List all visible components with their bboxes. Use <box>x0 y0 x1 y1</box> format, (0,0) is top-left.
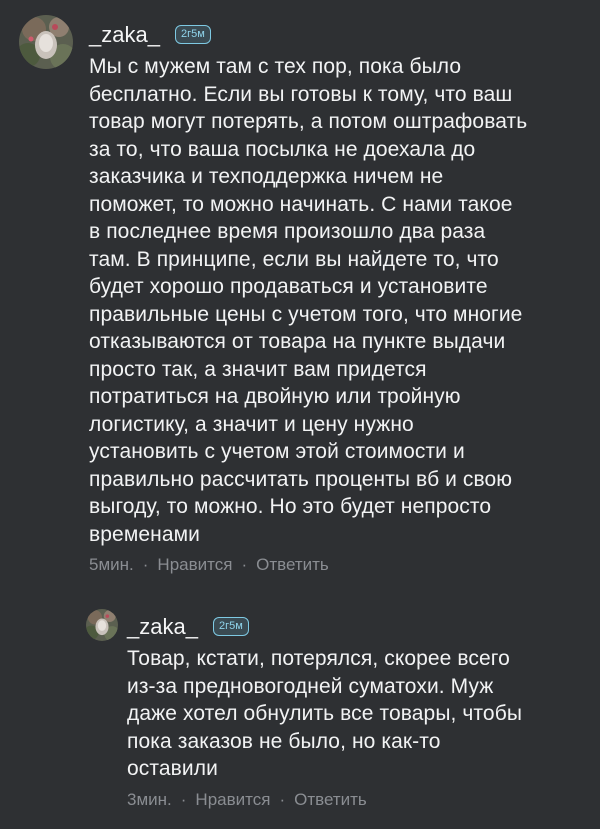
text-line: заказчика и техподдержка ничем не <box>89 165 444 188</box>
avatar-photo-icon <box>19 15 73 69</box>
text-line: правильно рассчитать проценты вб и свою <box>89 467 513 491</box>
reply-button[interactable]: Ответить <box>256 555 329 575</box>
text-line: выгоду, то можно. Но это будет непросто <box>89 495 492 518</box>
text-line: бесплатно. Если вы готовы к тому, что ва… <box>89 82 513 106</box>
avatar[interactable] <box>19 15 73 69</box>
comment-actions: 5мин. · Нравится · Ответить <box>89 555 329 575</box>
separator-dot: · <box>279 790 286 809</box>
text-line: логистику, а значит и цену нужно <box>89 412 414 436</box>
timestamp: 3мин. <box>127 790 172 809</box>
reply-button[interactable]: Ответить <box>294 790 367 810</box>
text-line: правильные цены с учетом того, что многи… <box>89 302 523 326</box>
separator-dot: · <box>142 555 149 574</box>
text-line: просто так, а значит вам придется <box>89 357 427 381</box>
text-line: установить с учетом этой стоимости и <box>89 440 465 463</box>
text-line: товар могут потерять, а потом оштрафоват… <box>89 110 528 133</box>
text-line: Мы с мужем там с тех пор, пока было <box>89 55 462 78</box>
text-line: пока заказов не было, но как-то <box>127 729 441 753</box>
like-button[interactable]: Нравится <box>157 555 232 575</box>
account-age-badge: 2г5м <box>175 25 211 44</box>
text-line: временами <box>89 522 200 546</box>
text-line: за то, что ваша посылка не доехала до <box>89 137 476 161</box>
separator-dot: · <box>241 555 248 574</box>
avatar[interactable] <box>86 609 118 641</box>
avatar-photo-icon <box>86 609 118 641</box>
text-line: из-за предновогодней суматохи. Муж <box>127 674 494 698</box>
text-line: отказываются от товара на пункте выдачи <box>89 330 506 353</box>
comment-text: Мы с мужем там с тех пор, пока было бесп… <box>89 53 594 548</box>
timestamp: 5мин. <box>89 555 134 574</box>
text-line: в последнее время произошло два раза <box>89 220 486 243</box>
text-line: даже хотел обнулить все товары, чтобы <box>127 702 523 725</box>
like-button[interactable]: Нравится <box>195 790 270 810</box>
text-line: там. В принципе, если вы найдете то, что <box>89 247 499 271</box>
username[interactable]: _zaka_ <box>127 614 198 640</box>
separator-dot: · <box>180 790 187 809</box>
account-age-badge: 2г5м <box>213 617 249 636</box>
username[interactable]: _zaka_ <box>89 22 160 48</box>
reply-comment: _zaka_ 2г5м Товар, кстати, потерялся, ск… <box>0 600 600 829</box>
text-line: будет хорошо продаваться и установите <box>89 275 488 298</box>
text-line: поможет, то можно начинать. С нами такое <box>89 192 513 216</box>
comment-text: Товар, кстати, потерялся, скорее всего и… <box>127 645 592 783</box>
text-line: потратиться на двойную или тройную <box>89 385 461 408</box>
comment-actions: 3мин. · Нравится · Ответить <box>127 790 367 810</box>
comment: _zaka_ 2г5м Мы с мужем там с тех пор, по… <box>0 0 600 590</box>
text-line: Товар, кстати, потерялся, скорее всего <box>127 647 510 670</box>
text-line: оставили <box>127 757 218 780</box>
